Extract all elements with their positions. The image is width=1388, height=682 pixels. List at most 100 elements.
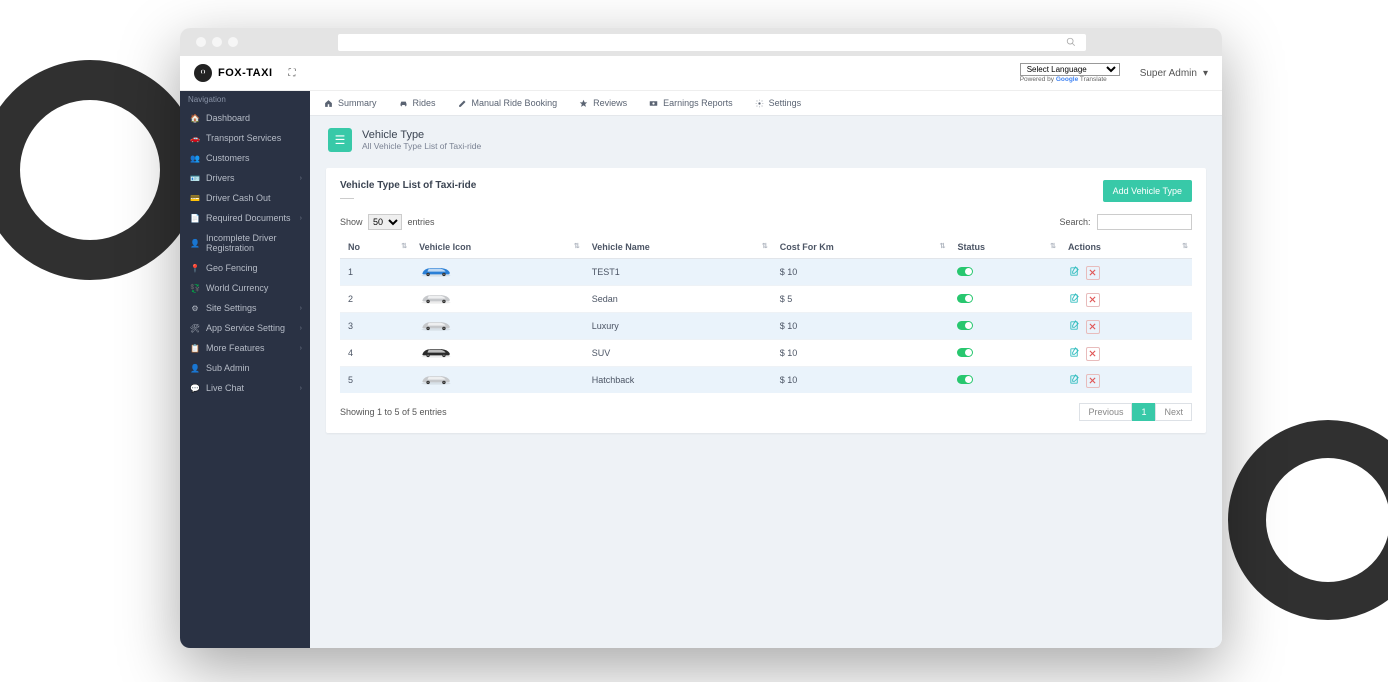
language-select[interactable]: Select Language xyxy=(1020,63,1120,76)
delete-button[interactable] xyxy=(1086,293,1100,307)
sidebar-item-label: Required Documents xyxy=(206,213,300,223)
add-vehicle-type-button[interactable]: Add Vehicle Type xyxy=(1103,180,1192,202)
star-icon xyxy=(579,99,588,108)
cell-vehicle-name: SUV xyxy=(584,340,772,367)
edit-button[interactable] xyxy=(1068,265,1082,279)
sidebar-item-customers[interactable]: 👥 Customers xyxy=(180,148,310,168)
sidebar-item-geo-fencing[interactable]: 📍Geo Fencing xyxy=(180,258,310,278)
sidebar-item-app-service-setting[interactable]: 🛠App Service Setting› xyxy=(180,318,310,338)
cell-vehicle-name: Luxury xyxy=(584,313,772,340)
tab-reviews[interactable]: Reviews xyxy=(579,91,627,115)
cell-actions xyxy=(1060,367,1192,394)
tab-label: Earnings Reports xyxy=(663,98,733,108)
page-1-button[interactable]: 1 xyxy=(1132,403,1155,421)
prev-button[interactable]: Previous xyxy=(1079,403,1132,421)
logo-icon xyxy=(194,64,212,82)
sort-icon: ⇅ xyxy=(1182,242,1188,250)
tab-label: Rides xyxy=(413,98,436,108)
status-toggle[interactable] xyxy=(957,267,973,276)
maximize-icon[interactable] xyxy=(228,37,238,47)
sidebar-item-label: App Service Setting xyxy=(206,323,300,333)
delete-button[interactable] xyxy=(1086,320,1100,334)
page-subtitle: All Vehicle Type List of Taxi-ride xyxy=(362,141,481,151)
cell-status xyxy=(949,367,1059,394)
tab-summary[interactable]: Summary xyxy=(324,91,377,115)
sidebar-item-more-features[interactable]: 📋More Features› xyxy=(180,338,310,358)
next-button[interactable]: Next xyxy=(1155,403,1192,421)
sidebar-item-incomplete-driver-registration[interactable]: 👤Incomplete Driver Registration xyxy=(180,228,310,258)
delete-button[interactable] xyxy=(1086,347,1100,361)
sort-icon: ⇅ xyxy=(574,242,580,250)
pagination: Previous 1 Next xyxy=(1079,403,1192,421)
nav-icon: ⚙ xyxy=(190,303,200,313)
edit-button[interactable] xyxy=(1068,292,1082,306)
search-input[interactable] xyxy=(1097,214,1192,230)
sidebar-item-label: World Currency xyxy=(206,283,300,293)
sidebar-item-site-settings[interactable]: ⚙Site Settings› xyxy=(180,298,310,318)
status-toggle[interactable] xyxy=(957,375,973,384)
edit-button[interactable] xyxy=(1068,346,1082,360)
page-title: Vehicle Type xyxy=(362,129,481,141)
gear-icon xyxy=(755,99,764,108)
edit-button[interactable] xyxy=(1068,319,1082,333)
tab-earnings-reports[interactable]: Earnings Reports xyxy=(649,91,733,115)
close-icon[interactable] xyxy=(196,37,206,47)
sidebar-item-world-currency[interactable]: 💱World Currency xyxy=(180,278,310,298)
minimize-icon[interactable] xyxy=(212,37,222,47)
status-toggle[interactable] xyxy=(957,294,973,303)
tab-settings[interactable]: Settings xyxy=(755,91,802,115)
tab-rides[interactable]: Rides xyxy=(399,91,436,115)
address-bar[interactable] xyxy=(338,34,1086,51)
tab-label: Manual Ride Booking xyxy=(472,98,558,108)
tab-label: Summary xyxy=(338,98,377,108)
chevron-right-icon: › xyxy=(300,345,302,352)
chevron-right-icon: › xyxy=(300,305,302,312)
nav-icon: 🚗 xyxy=(190,133,200,143)
app-topbar: FOX-TAXI ⛶ Select Language Powered by Go… xyxy=(180,56,1222,91)
nav-icon: 💬 xyxy=(190,383,200,393)
edit-button[interactable] xyxy=(1068,373,1082,387)
sidebar-item-label: Sub Admin xyxy=(206,363,300,373)
sidebar-item-drivers[interactable]: 🪪Drivers› xyxy=(180,168,310,188)
delete-button[interactable] xyxy=(1086,266,1100,280)
sidebar-item-required-documents[interactable]: 📄Required Documents› xyxy=(180,208,310,228)
status-toggle[interactable] xyxy=(957,321,973,330)
cell-vehicle-icon xyxy=(411,340,584,367)
edit-icon xyxy=(458,99,467,108)
page-header-icon: ☰ xyxy=(328,128,352,152)
nav-icon: 👥 xyxy=(190,153,200,163)
tab-manual-ride-booking[interactable]: Manual Ride Booking xyxy=(458,91,558,115)
cell-status xyxy=(949,340,1059,367)
user-menu[interactable]: Super Admin ▾ xyxy=(1140,68,1208,79)
delete-button[interactable] xyxy=(1086,374,1100,388)
nav-icon: 🛠 xyxy=(190,323,200,333)
money-icon xyxy=(649,99,658,108)
column-status[interactable]: Status⇅ xyxy=(949,236,1059,259)
sidebar-item-label: Geo Fencing xyxy=(206,263,300,273)
cell-cost: $ 5 xyxy=(772,286,950,313)
sidebar-item-transport-services[interactable]: 🚗Transport Services xyxy=(180,128,310,148)
user-name: Super Admin xyxy=(1140,68,1197,79)
nav-icon: 👤 xyxy=(190,238,200,248)
column-vehicle-icon[interactable]: Vehicle Icon⇅ xyxy=(411,236,584,259)
cell-vehicle-icon xyxy=(411,367,584,394)
status-toggle[interactable] xyxy=(957,348,973,357)
sidebar-item-live-chat[interactable]: 💬Live Chat› xyxy=(180,378,310,398)
column-vehicle-name[interactable]: Vehicle Name⇅ xyxy=(584,236,772,259)
fullscreen-icon[interactable]: ⛶ xyxy=(289,68,296,79)
column-actions[interactable]: Actions⇅ xyxy=(1060,236,1192,259)
entries-select[interactable]: 50 xyxy=(368,214,402,230)
sidebar-item-dashboard[interactable]: 🏠Dashboard xyxy=(180,108,310,128)
cell-vehicle-name: TEST1 xyxy=(584,259,772,286)
sidebar-item-driver-cash-out[interactable]: 💳Driver Cash Out xyxy=(180,188,310,208)
cell-vehicle-icon xyxy=(411,259,584,286)
chevron-down-icon: ▾ xyxy=(1203,68,1208,79)
sort-icon: ⇅ xyxy=(940,242,946,250)
window-controls xyxy=(196,37,238,47)
cell-no: 1 xyxy=(340,259,411,286)
sidebar-item-label: Customers xyxy=(206,153,300,163)
column-no[interactable]: No⇅ xyxy=(340,236,411,259)
column-cost-for-km[interactable]: Cost For Km⇅ xyxy=(772,236,950,259)
sidebar-item-sub-admin[interactable]: 👤Sub Admin xyxy=(180,358,310,378)
chevron-right-icon: › xyxy=(300,385,302,392)
